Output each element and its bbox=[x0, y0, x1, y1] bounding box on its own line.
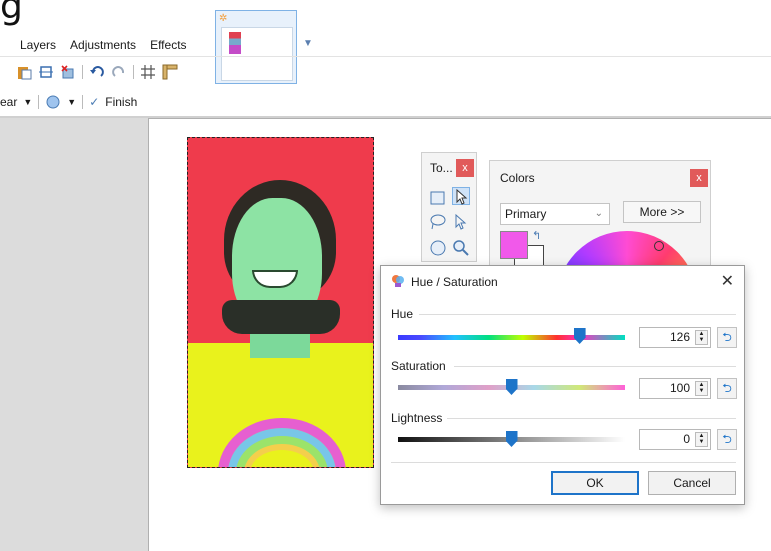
dialog-title: Hue / Saturation bbox=[411, 275, 498, 289]
color-target-value: Primary bbox=[505, 207, 547, 221]
primary-color-swatch[interactable] bbox=[500, 231, 528, 259]
saturation-label: Saturation bbox=[391, 359, 446, 373]
antialias-dropdown-icon[interactable]: ▼ bbox=[67, 97, 76, 107]
antialias-icon[interactable] bbox=[45, 94, 61, 110]
colors-window-title: Colors bbox=[500, 171, 535, 185]
redo-icon[interactable] bbox=[111, 64, 127, 80]
ellipse-select-icon[interactable] bbox=[429, 239, 447, 257]
lightness-section-rule bbox=[447, 418, 736, 419]
saturation-reset-button[interactable]: ⮌ bbox=[717, 378, 737, 399]
zoom-icon[interactable] bbox=[452, 239, 470, 257]
ok-button[interactable]: OK bbox=[551, 471, 639, 495]
thumbnail-dropdown-icon[interactable]: ▼ bbox=[303, 38, 313, 49]
lightness-value-field[interactable]: 0 ▲ ▼ bbox=[639, 429, 711, 450]
menu-effects[interactable]: Effects bbox=[150, 34, 186, 56]
hue-section-rule bbox=[419, 314, 736, 315]
toolbar-separator bbox=[38, 95, 40, 109]
color-target-select[interactable]: Primary ⌄ bbox=[500, 203, 610, 225]
colors-close-button[interactable]: x bbox=[690, 169, 708, 187]
menu-layers[interactable]: Layers bbox=[20, 34, 56, 56]
window-title-fragment: g bbox=[0, 0, 23, 27]
move-selected-icon[interactable] bbox=[452, 187, 470, 205]
tool-options-bar: ear ▼ ▼ ✓ Finish bbox=[0, 92, 137, 112]
lasso-select-icon[interactable] bbox=[429, 213, 447, 231]
image-sunglasses-region bbox=[222, 300, 340, 334]
lightness-value: 0 bbox=[683, 432, 690, 446]
saturation-slider-thumb[interactable] bbox=[505, 379, 518, 395]
saturation-spinner[interactable]: ▲ ▼ bbox=[695, 381, 708, 396]
grid-icon[interactable] bbox=[140, 64, 156, 80]
hue-saturation-icon bbox=[391, 274, 405, 288]
toolbar-separator bbox=[82, 65, 83, 79]
hue-value: 126 bbox=[669, 330, 690, 344]
lightness-slider-thumb[interactable] bbox=[505, 431, 518, 447]
lightness-spinner[interactable]: ▲ ▼ bbox=[695, 432, 708, 447]
hue-label: Hue bbox=[391, 307, 414, 321]
unsaved-star-icon: ✲ bbox=[219, 13, 228, 24]
lightness-reset-button[interactable]: ⮌ bbox=[717, 429, 737, 450]
hue-slider-thumb[interactable] bbox=[573, 328, 586, 344]
paste-icon[interactable] bbox=[16, 64, 32, 80]
menu-bar: Layers Adjustments Effects bbox=[0, 34, 187, 56]
colors-window[interactable]: Colors x Primary ⌄ More >> ↰ bbox=[489, 160, 711, 373]
hue-slider-track[interactable] bbox=[398, 335, 625, 340]
image-thumbnail[interactable] bbox=[221, 27, 293, 81]
dialog-footer-rule bbox=[391, 462, 736, 463]
saturation-value-field[interactable]: 100 ▲ ▼ bbox=[639, 378, 711, 399]
close-icon[interactable]: ✕ bbox=[721, 271, 734, 291]
hue-reset-button[interactable]: ⮌ bbox=[717, 327, 737, 348]
lightness-label: Lightness bbox=[391, 411, 443, 425]
toolbar-separator bbox=[133, 65, 134, 79]
saturation-value: 100 bbox=[669, 381, 690, 395]
blend-mode-label[interactable]: ear bbox=[0, 95, 17, 109]
hue-value-field[interactable]: 126 ▲ ▼ bbox=[639, 327, 711, 348]
toolbar-separator bbox=[82, 95, 84, 109]
saturation-section-rule bbox=[454, 366, 736, 367]
hue-saturation-dialog[interactable]: Hue / Saturation ✕ Hue 126 ▲ ▼ ⮌ Saturati… bbox=[380, 265, 745, 505]
menu-divider bbox=[0, 56, 771, 57]
image-thumbnail-strip[interactable]: ✲ bbox=[215, 10, 297, 84]
more-colors-button[interactable]: More >> bbox=[623, 201, 701, 223]
undo-icon[interactable] bbox=[89, 64, 105, 80]
hue-spinner[interactable]: ▲ ▼ bbox=[695, 330, 708, 345]
finish-button[interactable]: Finish bbox=[105, 95, 137, 109]
checkmark-icon: ✓ bbox=[89, 95, 100, 109]
menu-adjustments[interactable]: Adjustments bbox=[70, 34, 136, 56]
deselect-icon[interactable] bbox=[60, 64, 76, 80]
tools-window[interactable]: To... x bbox=[421, 152, 477, 262]
rectangle-select-icon[interactable] bbox=[429, 189, 447, 207]
swap-colors-icon[interactable]: ↰ bbox=[532, 229, 541, 242]
rulers-icon[interactable] bbox=[162, 64, 178, 80]
main-toolbar bbox=[16, 62, 178, 82]
cancel-button[interactable]: Cancel bbox=[648, 471, 736, 495]
tools-window-title: To... bbox=[430, 161, 453, 175]
color-wheel-marker[interactable] bbox=[654, 241, 664, 251]
crop-to-selection-icon[interactable] bbox=[38, 64, 54, 80]
workspace-margin bbox=[0, 118, 148, 551]
thumbnail-preview bbox=[229, 32, 241, 54]
chevron-down-icon: ⌄ bbox=[594, 208, 603, 219]
canvas-image[interactable] bbox=[187, 137, 374, 468]
move-selection-icon[interactable] bbox=[452, 213, 470, 231]
tools-close-button[interactable]: x bbox=[456, 159, 474, 177]
blend-dropdown-icon[interactable]: ▼ bbox=[23, 97, 32, 107]
